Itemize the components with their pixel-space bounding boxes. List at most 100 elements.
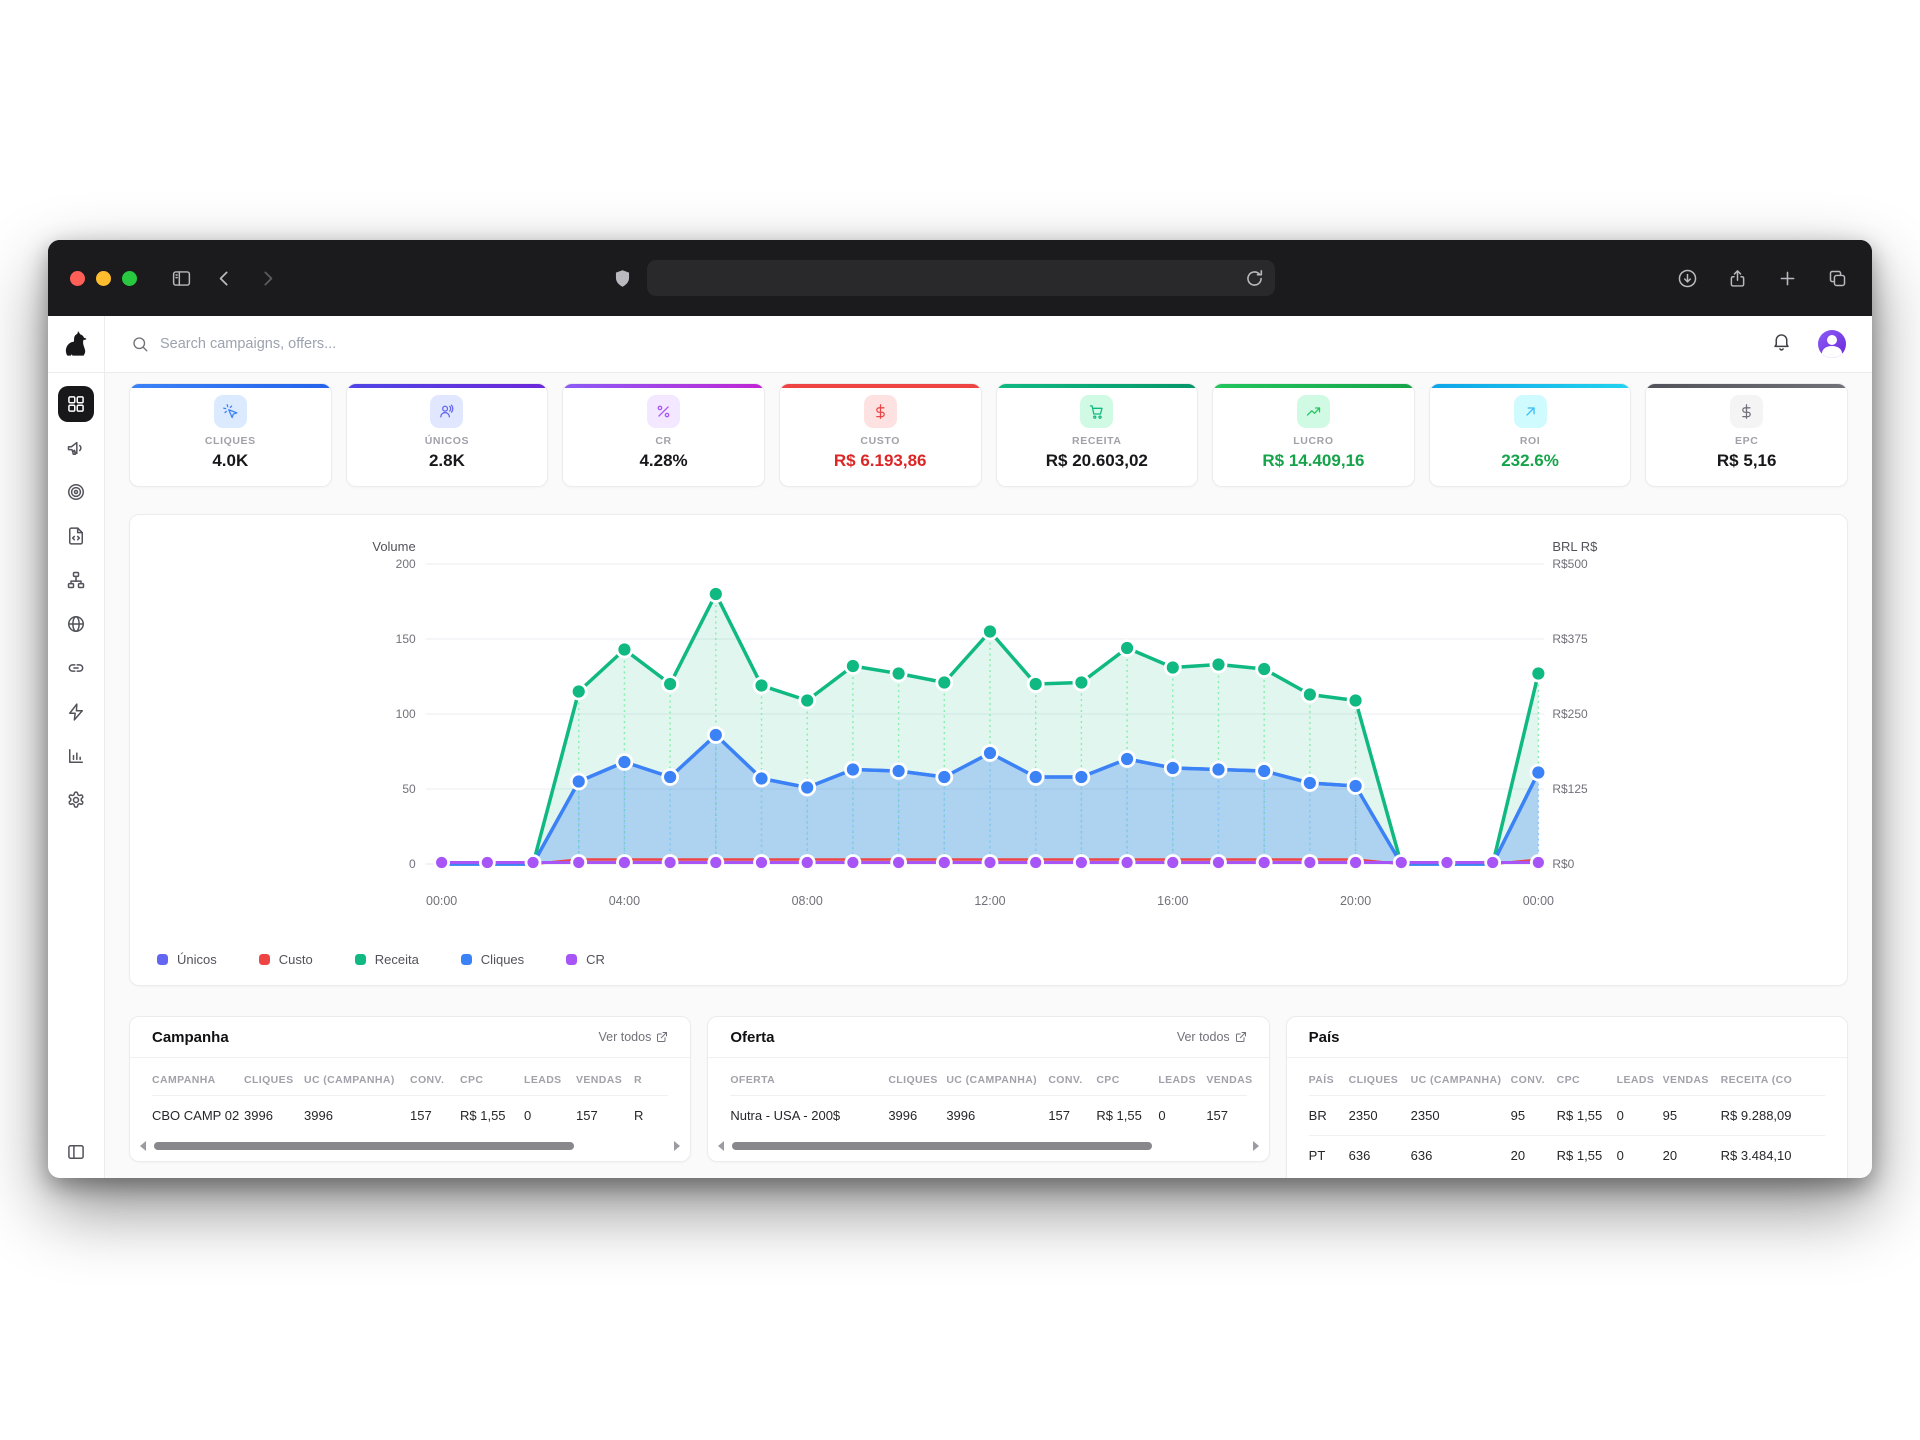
column-header: UC (CAMPANHA) (304, 1074, 410, 1086)
horizontal-scrollbar[interactable] (708, 1135, 1268, 1161)
legend-item-receita[interactable]: Receita (355, 952, 419, 967)
table-row[interactable]: CBO CAMP 0239963996157R$ 1,550157R (152, 1095, 668, 1135)
svg-text:00:00: 00:00 (426, 894, 457, 908)
kpi-value: 4.28% (639, 451, 687, 471)
scrollbar-track[interactable] (154, 1142, 666, 1150)
kpi-row: CLIQUES4.0KÚNICOS2.8KCR4.28%CUSTOR$ 6.19… (129, 383, 1848, 487)
minimize-window-button[interactable] (96, 271, 111, 286)
legend-item-cliques[interactable]: Cliques (461, 952, 524, 967)
sidebar-item-campaigns[interactable] (58, 430, 94, 466)
svg-text:R$250: R$250 (1552, 707, 1588, 721)
svg-text:BRL R$: BRL R$ (1552, 539, 1598, 554)
svg-text:50: 50 (402, 782, 416, 796)
sitemap-icon (66, 570, 86, 590)
sidebar-toggle-icon[interactable] (171, 268, 192, 289)
sidebar-item-landers[interactable] (58, 518, 94, 554)
reload-icon[interactable] (1244, 268, 1265, 289)
share-icon[interactable] (1727, 268, 1748, 289)
tabs-overview-icon[interactable] (1827, 268, 1848, 289)
kpi-icon-chip (864, 395, 897, 428)
sidebar-item-automation[interactable] (58, 694, 94, 730)
column-header: VENDAS (1663, 1074, 1721, 1086)
legend-item-cr[interactable]: CR (566, 952, 605, 967)
column-header: CPC (460, 1074, 524, 1086)
kpi-card-custo: CUSTOR$ 6.193,86 (779, 383, 982, 487)
table-cell: 95 (1663, 1108, 1721, 1123)
dashboard-content: CLIQUES4.0KÚNICOS2.8KCR4.28%CUSTOR$ 6.19… (105, 373, 1872, 1178)
kpi-icon-chip (1514, 395, 1547, 428)
table-card-país: PaísPAÍSCLIQUESUC (CAMPANHA)CONV.CPCLEAD… (1286, 1016, 1848, 1178)
column-header: LEADS (1158, 1074, 1206, 1086)
column-header: CPC (1096, 1074, 1158, 1086)
kpi-icon-chip (1730, 395, 1763, 428)
table-cell: 3996 (888, 1108, 946, 1123)
table-cell: 2350 (1349, 1108, 1411, 1123)
table-row[interactable]: BR2350235095R$ 1,55095R$ 9.288,09 (1309, 1095, 1825, 1135)
kpi-icon-chip (1297, 395, 1330, 428)
table-cell: 3996 (946, 1108, 1048, 1123)
sidebar-item-settings[interactable] (58, 782, 94, 818)
table-row[interactable]: Nutra - USA - 200$39963996157R$ 1,550157 (730, 1095, 1246, 1135)
user-avatar[interactable] (1818, 330, 1846, 358)
notifications-bell-icon[interactable] (1771, 331, 1792, 357)
kpi-label: RECEITA (1072, 435, 1122, 447)
new-tab-icon[interactable] (1777, 268, 1798, 289)
zoom-window-button[interactable] (122, 271, 137, 286)
table-row[interactable]: PT63663620R$ 1,55020R$ 3.484,10 (1309, 1135, 1825, 1175)
zap-icon (66, 702, 86, 722)
legend-item-custo[interactable]: Custo (259, 952, 313, 967)
scroll-left-arrow[interactable] (718, 1141, 724, 1151)
browser-window: Search campaigns, offers... CLIQUES4.0KÚ… (48, 240, 1872, 1178)
scrollbar-thumb[interactable] (732, 1142, 1152, 1150)
column-header: CPC (1557, 1074, 1617, 1086)
gear-icon (66, 790, 86, 810)
kpi-accent-bar (347, 384, 548, 388)
close-window-button[interactable] (70, 271, 85, 286)
column-header: RECEITA (CO (1721, 1074, 1833, 1086)
sidebar-item-reports[interactable] (58, 738, 94, 774)
horizontal-scrollbar[interactable] (130, 1135, 690, 1161)
app-sidebar (48, 316, 105, 1178)
shield-icon[interactable] (612, 268, 633, 289)
scroll-right-arrow[interactable] (1253, 1141, 1259, 1151)
sidebar-item-flows[interactable] (58, 562, 94, 598)
traffic-chart[interactable]: 050100150200VolumeR$0R$125R$250R$375R$50… (130, 521, 1847, 921)
address-bar[interactable] (647, 260, 1275, 296)
sidebar-item-domains[interactable] (58, 606, 94, 642)
target-icon (66, 482, 86, 502)
cart-icon (1088, 403, 1105, 420)
ver-todos-link[interactable]: Ver todos (599, 1030, 669, 1044)
table-cell: BR (1309, 1108, 1349, 1123)
scrollbar-thumb[interactable] (154, 1142, 574, 1150)
scrollbar-track[interactable] (732, 1142, 1244, 1150)
legend-swatch (566, 954, 577, 965)
svg-text:00:00: 00:00 (1523, 894, 1554, 908)
svg-text:08:00: 08:00 (792, 894, 823, 908)
sidebar-item-targets[interactable] (58, 474, 94, 510)
traffic-chart-card: 050100150200VolumeR$0R$125R$250R$375R$50… (129, 514, 1848, 986)
sidebar-bottom (58, 1134, 94, 1170)
legend-item-únicos[interactable]: Únicos (157, 952, 217, 967)
bar-chart-icon (66, 746, 86, 766)
app-logo[interactable] (48, 316, 104, 373)
legend-swatch (355, 954, 366, 965)
ver-todos-link[interactable]: Ver todos (1177, 1030, 1247, 1044)
kpi-icon-chip (430, 395, 463, 428)
sidebar-item-dashboard[interactable] (58, 386, 94, 422)
kpi-value: R$ 5,16 (1717, 451, 1777, 471)
sidebar-item-links[interactable] (58, 650, 94, 686)
table-card-oferta: OfertaVer todosOFERTACLIQUESUC (CAMPANHA… (707, 1016, 1269, 1162)
table-cell: R$ 1,55 (1557, 1148, 1617, 1163)
downloads-icon[interactable] (1677, 268, 1698, 289)
global-search[interactable]: Search campaigns, offers... (131, 335, 336, 353)
kpi-label: ROI (1520, 435, 1540, 447)
scroll-right-arrow[interactable] (674, 1141, 680, 1151)
back-icon[interactable] (214, 268, 235, 289)
column-header: LEADS (524, 1074, 576, 1086)
sidebar-item-collapse-sidebar[interactable] (58, 1134, 94, 1170)
scroll-left-arrow[interactable] (140, 1141, 146, 1151)
link-icon (66, 658, 86, 678)
svg-text:20:00: 20:00 (1340, 894, 1371, 908)
forward-icon[interactable] (257, 268, 278, 289)
table-title: Campanha (152, 1029, 229, 1046)
